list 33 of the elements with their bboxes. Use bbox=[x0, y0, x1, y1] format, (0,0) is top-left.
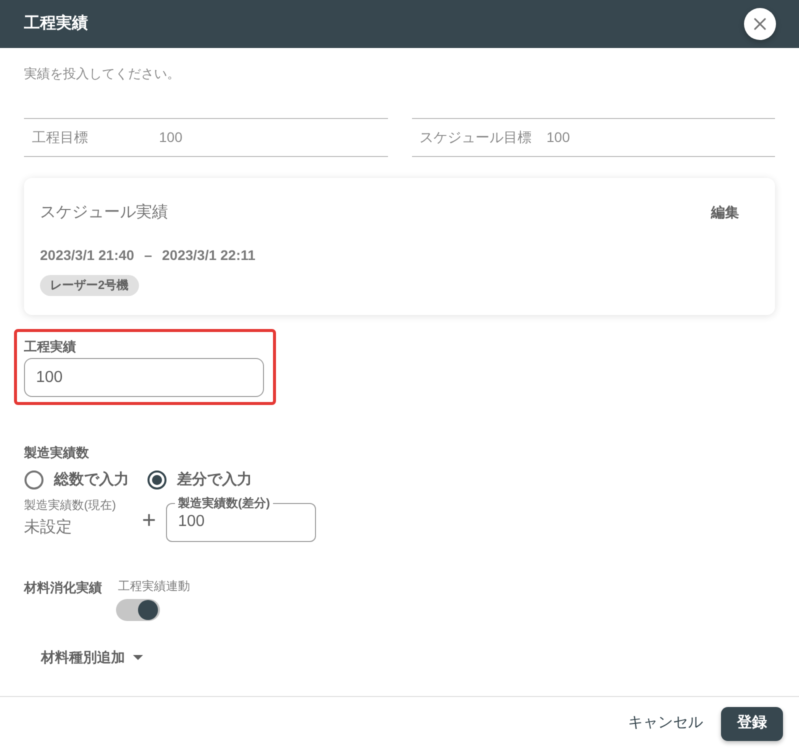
dialog-title: 工程実績 bbox=[24, 13, 88, 34]
switch-label: 工程実績連動 bbox=[118, 578, 190, 594]
field-label: スケジュール目標 bbox=[420, 128, 532, 147]
diff-input[interactable]: 製造実績数(差分) 100 bbox=[166, 495, 316, 542]
edit-button[interactable]: 編集 bbox=[691, 198, 759, 227]
radio-option[interactable]: 総数で入力 bbox=[24, 469, 129, 491]
card-title: スケジュール実績 bbox=[40, 202, 168, 222]
field-label: 製造実績数(差分) bbox=[177, 495, 271, 511]
plus-sign: + bbox=[140, 508, 157, 532]
field-value: 未設定 bbox=[24, 518, 73, 538]
end-time: 2023/3/1 22:11 bbox=[162, 246, 256, 265]
add-material-button[interactable]: 材料種別追加 bbox=[29, 643, 155, 672]
field-label: 製造実績数(現在) bbox=[24, 497, 117, 513]
date-separator: – bbox=[144, 246, 152, 265]
field-label: 工程目標 bbox=[32, 128, 89, 147]
instruction-text: 実績を投入してください。 bbox=[24, 65, 180, 83]
caret-icon bbox=[133, 655, 143, 660]
section-label: 製造実績数 bbox=[24, 444, 89, 462]
field-value: 100 bbox=[159, 128, 182, 147]
result-input[interactable]: 100 bbox=[24, 358, 264, 397]
section-label: 材料消化実績 bbox=[24, 579, 102, 597]
close-button[interactable] bbox=[744, 8, 776, 40]
cancel-button[interactable]: キャンセル bbox=[620, 706, 711, 741]
field-value: 100 bbox=[546, 128, 570, 147]
start-time: 2023/3/1 21:40 bbox=[40, 246, 134, 265]
submit-button[interactable]: 登録 bbox=[721, 706, 783, 740]
machine-chip: レーザー2号機 bbox=[40, 275, 139, 296]
toggle-thumb[interactable] bbox=[138, 600, 158, 620]
radio-option[interactable]: 差分で入力 bbox=[147, 469, 252, 491]
toggle-switch[interactable] bbox=[116, 599, 160, 621]
field-value: 100 bbox=[178, 512, 205, 532]
close-icon bbox=[754, 18, 766, 30]
field-label: 工程実績 bbox=[24, 338, 76, 356]
